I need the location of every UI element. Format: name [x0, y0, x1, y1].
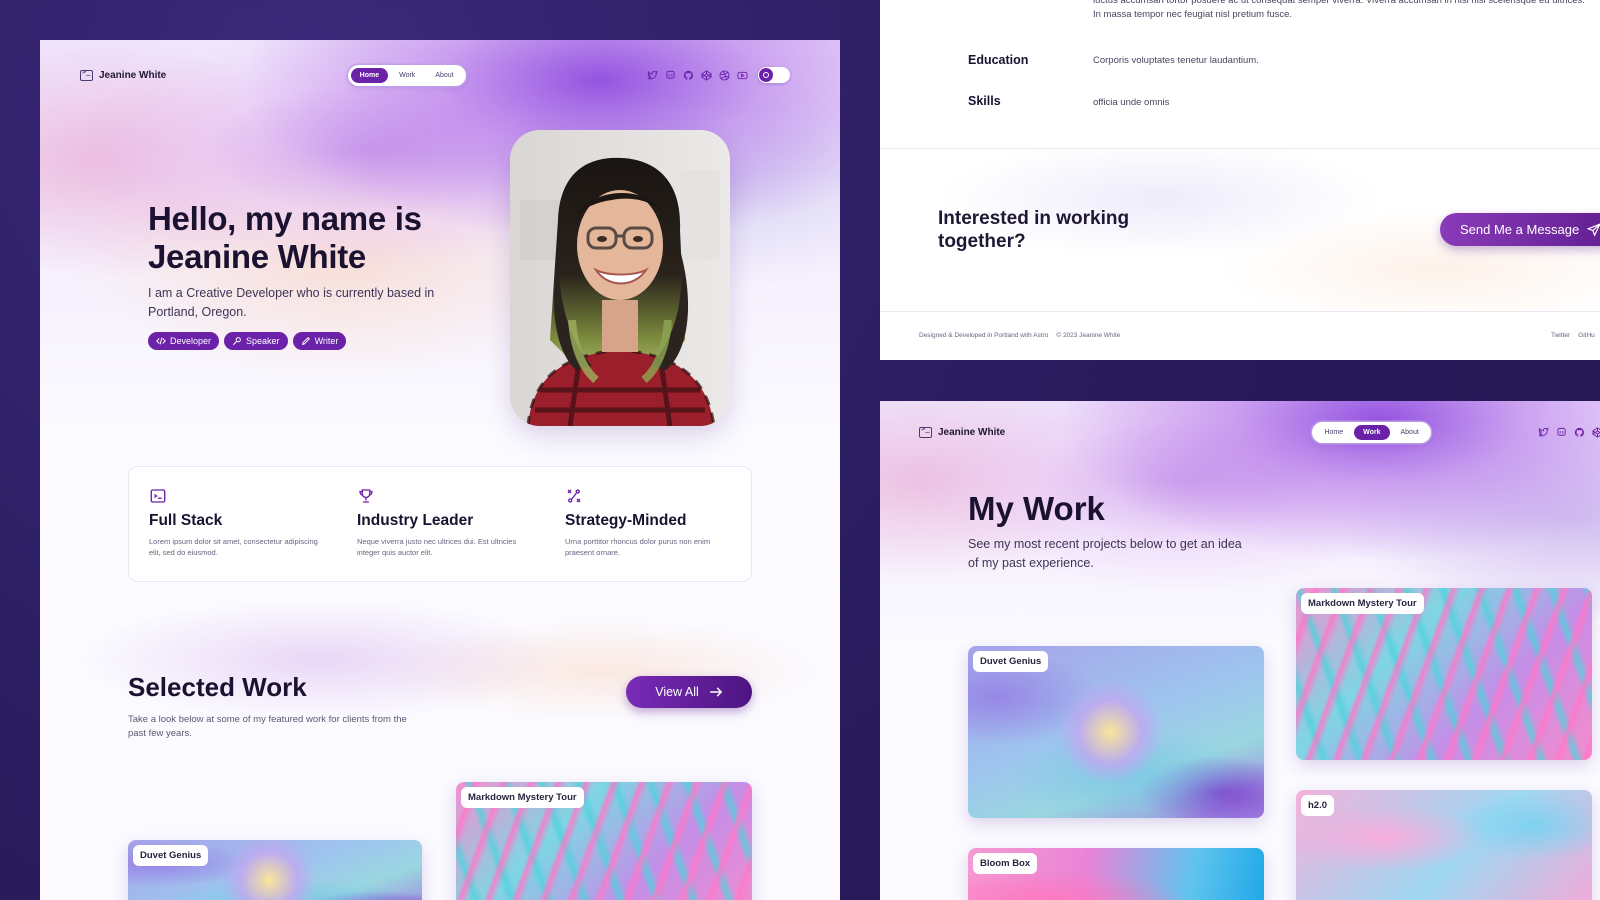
social-links [1538, 426, 1600, 438]
tag-speaker-label: Speaker [246, 336, 280, 346]
dribbble-icon[interactable] [719, 69, 730, 81]
tab-work[interactable]: Work [1354, 424, 1390, 440]
footer-copyright: © 2023 Jeanine White [1056, 332, 1121, 339]
education-value: Corporis voluptates tenetur laudantium. [1093, 55, 1259, 66]
codepen-icon[interactable] [1592, 426, 1600, 438]
youtube-icon[interactable] [737, 70, 748, 81]
site-brand[interactable]: Jeanine White [919, 425, 1006, 438]
card-label: Duvet Genius [133, 845, 209, 866]
send-message-label: Send Me a Message [1460, 222, 1580, 237]
view-all-label: View All [655, 685, 699, 699]
work-card-h2o[interactable]: h2.0 [1296, 790, 1592, 900]
features-panel: Full Stack Lorem ipsum dolor sit amet, c… [128, 466, 752, 582]
github-icon[interactable] [1574, 427, 1585, 438]
work-page-window: Jeanine White Home Work About [880, 401, 1600, 900]
terminal-logo-icon [919, 425, 932, 438]
code-icon [156, 337, 166, 345]
tag-developer-label: Developer [170, 336, 212, 346]
portrait-illustration [510, 130, 730, 426]
tag-writer-label: Writer [314, 336, 339, 346]
about-bio-text: luctus accumsan tortor posuere ac ut con… [1093, 0, 1585, 20]
top-navigation: Jeanine White Home Work About [919, 419, 1600, 445]
hero-title: Hello, my name is Jeanine White [148, 200, 468, 276]
tab-home[interactable]: Home [350, 67, 389, 83]
feature-title: Strategy-Minded [565, 512, 687, 529]
card-label: h2.0 [1301, 795, 1335, 816]
trophy-icon [357, 487, 375, 505]
feature-strategy-minded: Strategy-Minded Urna porttitor rhoncus d… [565, 487, 735, 558]
social-links [647, 67, 790, 83]
send-message-button[interactable]: Send Me a Message [1440, 213, 1600, 246]
footer-credits: Designed & Developed in Portland with As… [919, 332, 1120, 339]
site-name: Jeanine White [99, 69, 167, 81]
twitter-icon[interactable] [647, 70, 658, 81]
footer-links: Twitter GitHu [1551, 332, 1595, 339]
strategy-icon [565, 487, 583, 505]
twitter-icon[interactable] [1538, 427, 1549, 438]
theme-toggle[interactable] [758, 67, 790, 83]
feature-title: Full Stack [149, 512, 223, 529]
tab-work[interactable]: Work [390, 68, 424, 83]
hero-subtitle: I am a Creative Developer who is current… [148, 286, 435, 319]
card-label: Markdown Mystery Tour [461, 787, 584, 808]
tag-developer: Developer [148, 332, 220, 350]
tab-home[interactable]: Home [1315, 425, 1352, 440]
cta-heading: Interested in working together? [938, 208, 1130, 252]
footer-link-twitter[interactable]: Twitter [1551, 332, 1570, 339]
microphone-icon [232, 337, 241, 346]
feature-industry-leader: Industry Leader Neque viverra justo nec … [357, 487, 527, 558]
home-page-window: Jeanine White Home Work About [40, 40, 840, 900]
feature-title: Industry Leader [357, 512, 474, 529]
hero-title-line-2: Jeanine White [148, 238, 366, 275]
github-icon[interactable] [683, 70, 694, 81]
mastodon-icon[interactable] [1556, 427, 1567, 438]
footer-link-github[interactable]: GitHu [1578, 332, 1595, 339]
paper-plane-icon [1587, 223, 1600, 237]
nav-tabs: Home Work About [347, 64, 466, 86]
card-label: Markdown Mystery Tour [1301, 593, 1424, 614]
footer-credit-text: Designed & Developed in Portland with As… [919, 332, 1049, 339]
hero-title-line-1: Hello, my name is [148, 200, 422, 237]
tag-speaker: Speaker [224, 332, 288, 350]
hero-intro: Hello, my name is Jeanine White I am a C… [148, 200, 468, 350]
terminal-logo-icon [80, 68, 93, 81]
work-card-markdown-mystery-tour[interactable]: Markdown Mystery Tour [1296, 588, 1592, 760]
tab-about[interactable]: About [426, 68, 462, 83]
work-card-duvet-genius[interactable]: Duvet Genius [968, 646, 1264, 818]
about-page-window: luctus accumsan tortor posuere ac ut con… [880, 0, 1600, 360]
terminal-icon [149, 487, 167, 505]
work-card-bloom-box[interactable]: Bloom Box [968, 848, 1264, 900]
skills-label: Skills [968, 94, 1001, 108]
nav-tabs: Home Work About [1312, 421, 1431, 443]
theme-toggle-knob-icon [759, 68, 773, 82]
selected-work-subtitle: Take a look below at some of my featured… [128, 714, 407, 739]
work-page-title: My Work [968, 490, 1105, 527]
profile-photo [510, 130, 730, 426]
mastodon-icon[interactable] [665, 70, 676, 81]
work-card-markdown-mystery-tour[interactable]: Markdown Mystery Tour [456, 782, 752, 900]
card-label: Duvet Genius [973, 651, 1049, 672]
work-card-duvet-genius[interactable]: Duvet Genius [128, 840, 422, 900]
codepen-icon[interactable] [701, 69, 712, 81]
pencil-icon [301, 336, 310, 346]
role-tags: Developer Speaker Writer [148, 332, 468, 350]
education-label: Education [968, 53, 1029, 67]
view-all-button[interactable]: View All [626, 676, 752, 708]
feature-text: Lorem ipsum dolor sit amet, consectetur … [149, 537, 318, 557]
tab-about[interactable]: About [1392, 425, 1428, 440]
work-page-subtitle: See my most recent projects below to get… [968, 537, 1242, 570]
footer-divider [880, 311, 1600, 312]
site-name: Jeanine White [938, 426, 1006, 438]
feature-text: Urna porttitor rhoncus dolor purus non e… [565, 537, 711, 557]
feature-text: Neque viverra justo nec ultrices dui. Es… [357, 537, 517, 557]
arrow-right-icon [709, 687, 723, 697]
feature-full-stack: Full Stack Lorem ipsum dolor sit amet, c… [149, 487, 319, 558]
tag-writer: Writer [292, 332, 347, 350]
top-navigation: Jeanine White Home Work About [80, 62, 790, 88]
skills-value: officia unde omnis [1093, 97, 1170, 108]
selected-work-title: Selected Work [128, 672, 307, 702]
site-brand[interactable]: Jeanine White [80, 68, 167, 81]
card-label: Bloom Box [973, 853, 1038, 874]
